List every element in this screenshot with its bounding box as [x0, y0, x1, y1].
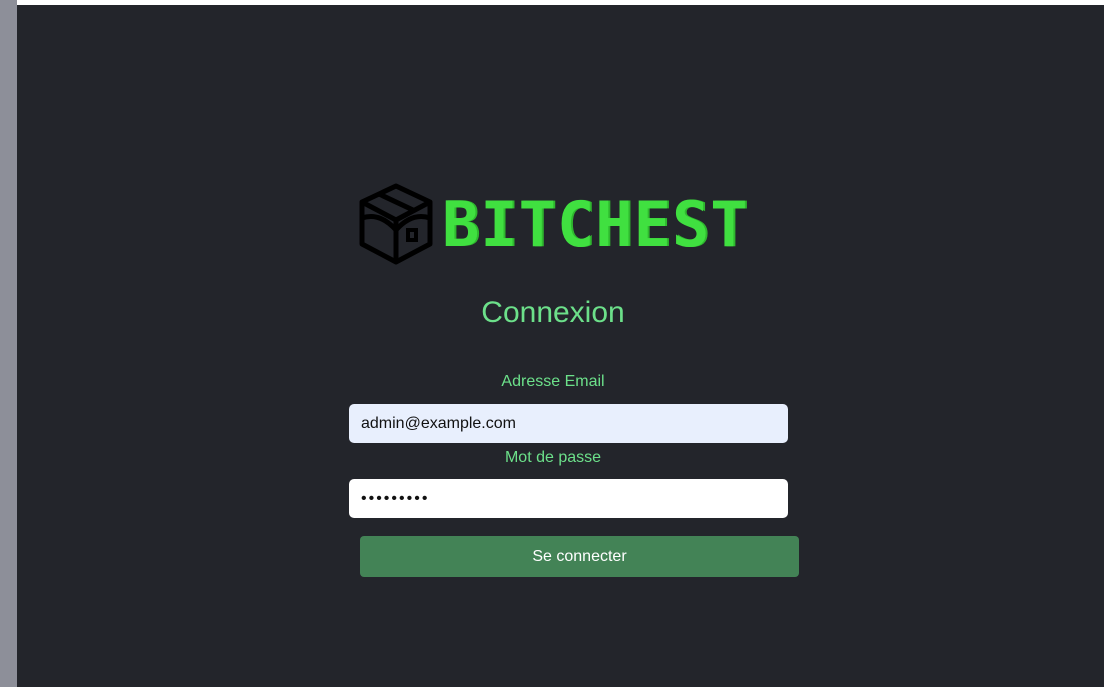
- email-label: Adresse Email: [501, 373, 605, 390]
- treasure-chest-icon: [359, 183, 433, 265]
- password-field[interactable]: [349, 479, 788, 518]
- login-title: Connexion: [481, 296, 625, 329]
- password-label: Mot de passe: [504, 449, 602, 466]
- brand-logo: BITCHEST: [356, 180, 749, 270]
- browser-viewport: BITCHEST Connexion Adresse Email Mot de …: [0, 0, 1106, 687]
- login-button[interactable]: Se connecter: [360, 536, 799, 577]
- login-page: [17, 5, 1104, 687]
- brand-name: BITCHEST: [442, 188, 749, 261]
- email-field[interactable]: [349, 404, 788, 443]
- window-left-edge: [0, 0, 17, 687]
